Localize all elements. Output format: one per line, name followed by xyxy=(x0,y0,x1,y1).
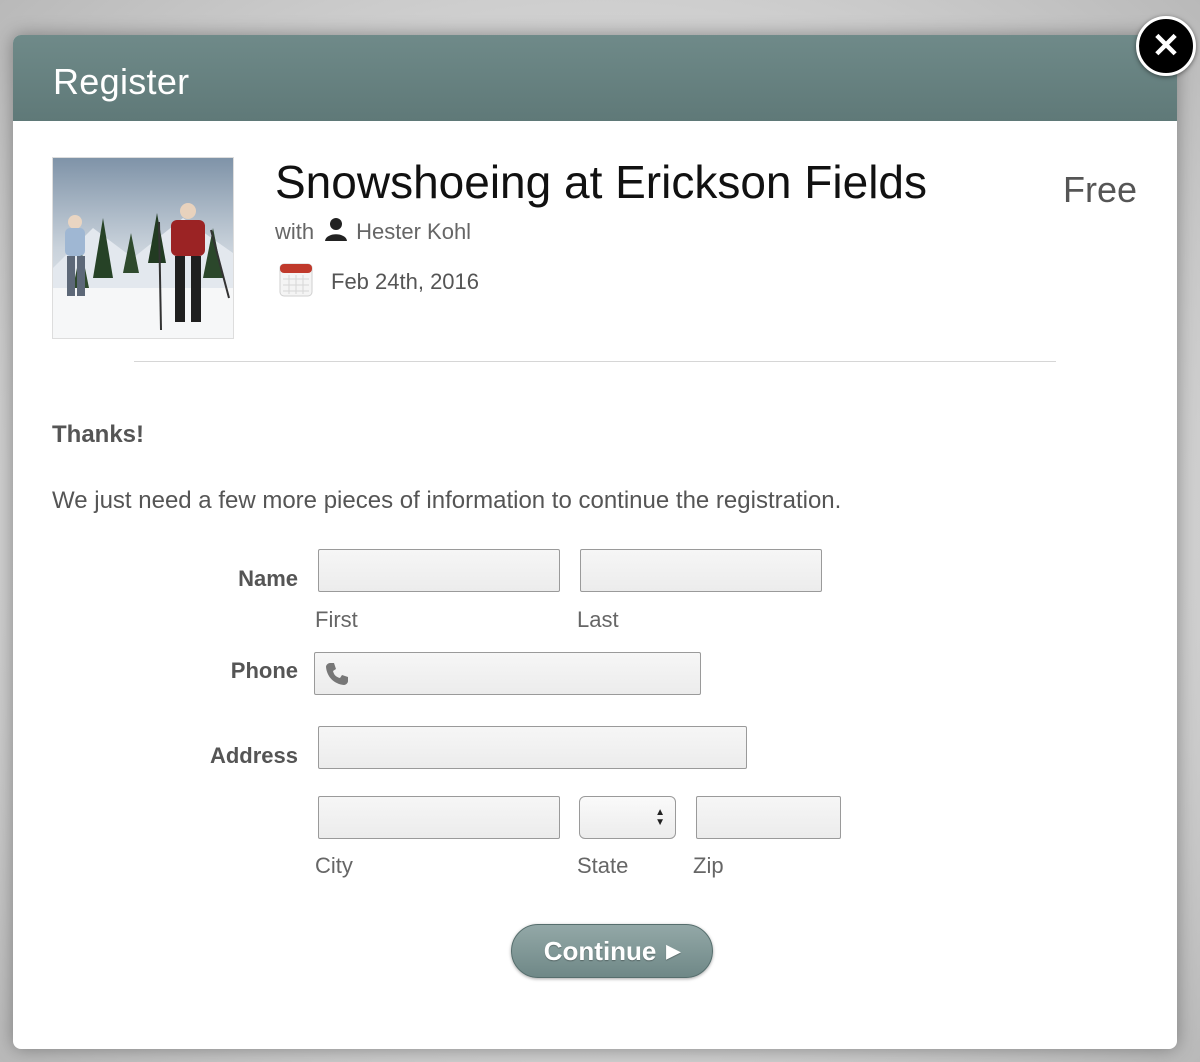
first-name-input[interactable] xyxy=(318,549,560,592)
last-name-input[interactable] xyxy=(580,549,822,592)
phone-label: Phone xyxy=(230,658,298,683)
address-label: Address xyxy=(209,743,298,768)
calendar-icon xyxy=(279,261,313,303)
with-label: with xyxy=(275,219,315,244)
register-modal: Register Snowshoeing at Erickson Fields … xyxy=(13,35,1177,1049)
zip-input[interactable] xyxy=(696,796,841,839)
continue-label: Continue xyxy=(543,935,657,966)
event-date: Feb 24th, 2016 xyxy=(331,269,480,294)
select-arrows-icon: ▲ ▼ xyxy=(655,807,665,828)
continue-button[interactable]: Continue ▶ xyxy=(511,924,713,978)
modal-title: Register xyxy=(53,61,190,102)
name-label: Name xyxy=(238,566,298,591)
state-select[interactable]: ▲ ▼ xyxy=(579,796,676,839)
modal-header: Register xyxy=(13,35,1177,121)
first-label: First xyxy=(315,607,358,632)
intro-text: We just need a few more pieces of inform… xyxy=(52,487,842,514)
event-price: Free xyxy=(1062,169,1137,210)
host-name[interactable]: Hester Kohl xyxy=(356,219,471,245)
divider xyxy=(134,361,1056,362)
city-label: City xyxy=(315,853,353,878)
zip-label: Zip xyxy=(693,853,724,878)
host-row: with Hester Kohl xyxy=(275,217,471,247)
thanks-heading: Thanks! xyxy=(52,421,145,448)
address-input[interactable] xyxy=(318,726,747,769)
close-button[interactable]: ✕ xyxy=(1136,16,1196,76)
phone-field-wrapper xyxy=(314,652,701,695)
city-input[interactable] xyxy=(318,796,560,839)
event-photo xyxy=(52,157,234,339)
close-icon: ✕ xyxy=(1151,27,1181,65)
date-row: Feb 24th, 2016 xyxy=(279,261,479,303)
play-arrow-icon: ▶ xyxy=(666,940,681,961)
phone-icon xyxy=(324,661,350,692)
phone-input[interactable] xyxy=(314,652,701,695)
last-label: Last xyxy=(577,607,619,632)
person-icon xyxy=(324,217,348,247)
state-label: State xyxy=(577,853,629,878)
event-title: Snowshoeing at Erickson Fields xyxy=(275,156,927,208)
